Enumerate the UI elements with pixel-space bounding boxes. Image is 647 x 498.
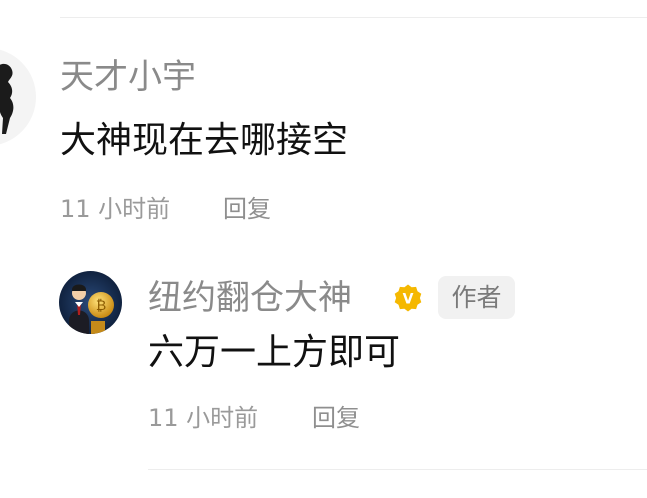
businessman-bitcoin-avatar-image: ₿ (59, 271, 122, 334)
comment-text: 大神现在去哪接空 (60, 120, 349, 161)
top-divider (60, 17, 647, 18)
bottom-divider (148, 469, 647, 470)
reply-username[interactable]: 纽约翻仓大神 (148, 278, 352, 318)
svg-text:₿: ₿ (96, 298, 106, 314)
comment-reply-button[interactable]: 回复 (223, 194, 271, 224)
verified-badge-icon: V (392, 283, 424, 315)
author-avatar[interactable]: ₿ (59, 271, 122, 334)
horse-rider-avatar-image (0, 48, 36, 146)
comment-username[interactable]: 天才小宇 (60, 57, 196, 97)
reply-reply-button[interactable]: 回复 (312, 403, 360, 433)
reply-text: 六万一上方即可 (148, 332, 401, 373)
user-avatar[interactable] (0, 48, 36, 146)
comment-timestamp: 11 小时前 (60, 195, 171, 223)
svg-text:V: V (403, 292, 414, 308)
author-tag: 作者 (438, 276, 515, 319)
reply-timestamp: 11 小时前 (148, 404, 259, 432)
